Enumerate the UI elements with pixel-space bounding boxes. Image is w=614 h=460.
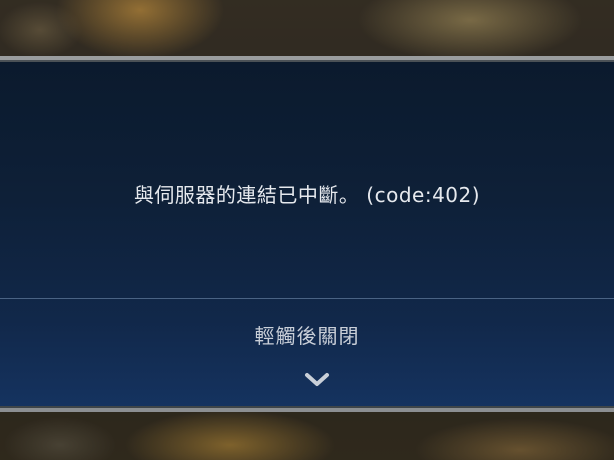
- tap-to-close-button[interactable]: 輕觸後關閉: [0, 299, 614, 412]
- error-message: 與伺服器的連結已中斷。 (code:402): [133, 183, 481, 207]
- background-top-band: [0, 0, 614, 58]
- game-screen: 與伺服器的連結已中斷。 (code:402) 輕觸後關閉: [0, 0, 614, 460]
- close-hint-label: 輕觸後關閉: [254, 324, 360, 348]
- disconnect-dialog: 與伺服器的連結已中斷。 (code:402) 輕觸後關閉: [0, 56, 614, 412]
- background-bottom-band: [0, 412, 614, 460]
- chevron-down-icon: [305, 373, 329, 386]
